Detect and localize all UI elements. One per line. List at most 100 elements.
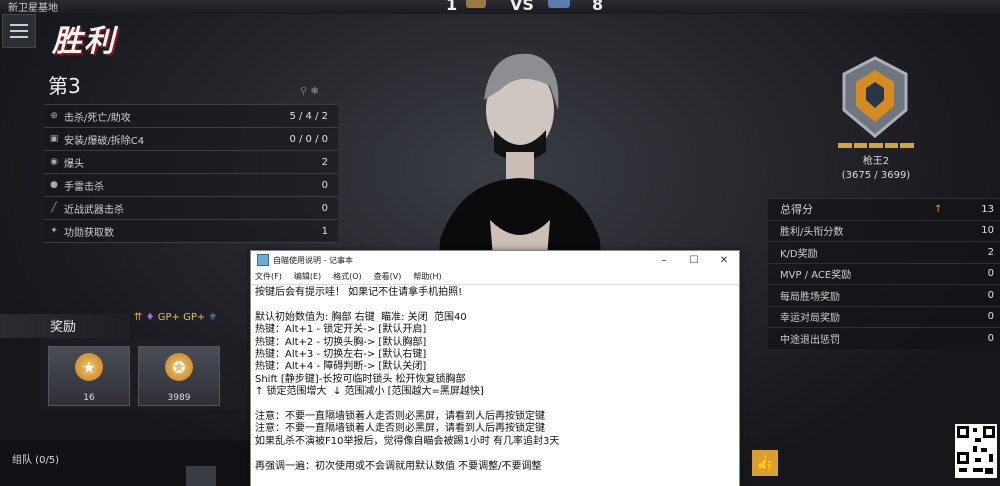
summary-label: MVP / ACE奖励 (780, 270, 852, 282)
stat-row: ⊕ 击杀/死亡/助攻 5 / 4 / 2 (44, 104, 338, 127)
text-line: 热键：Alt+3 - 切换左右-> [默认右键] (255, 349, 427, 361)
hamburger-icon (10, 24, 28, 26)
minimize-button[interactable]: – (649, 251, 679, 269)
summary-value: 0 (987, 268, 994, 280)
menu-button[interactable] (2, 14, 36, 48)
team-emblem-left-icon (466, 0, 486, 8)
summary-label: 胜利/头衔分数 (780, 227, 844, 239)
team-count: 组队 (0/5) (12, 455, 60, 466)
text-line: 热键：Alt+4 - 障碍判断-> [默认关闭] (255, 361, 427, 373)
summary-row: 中途退出惩罚 0 (768, 327, 1000, 349)
buff-up-icon: ⇈ (134, 312, 143, 323)
team-emblem-right-icon (548, 0, 570, 8)
victory-title: 胜利 (52, 24, 116, 59)
rank-progress-segment (838, 143, 852, 148)
stat-value: 0 / 0 / 0 (289, 133, 328, 145)
player-stats-table: ⊕ 击杀/死亡/助攻 5 / 4 / 2 ▣ 安装/爆破/拆除C4 0 / 0 … (44, 104, 338, 243)
summary-value: 0 (987, 311, 994, 323)
stat-label: 安装/爆破/拆除C4 (64, 135, 145, 147)
summary-label: 中途退出惩罚 (780, 334, 840, 346)
text-line (255, 448, 735, 460)
hamburger-icon-line (10, 30, 28, 32)
rank-name: 枪王2 (862, 156, 890, 167)
c4-icon: ▣ (49, 134, 59, 144)
stat-value: 0 (321, 202, 328, 214)
reward-buff-icons: ⇈ ♦ GP+ GP+ ⚜ (134, 312, 217, 323)
team-score-left: 1 (446, 0, 458, 14)
wings-icon: ⚜ (208, 312, 218, 323)
notepad-title: 自瞄使用说明 - 记事本 (273, 255, 353, 265)
reward-value: 16 (83, 393, 95, 403)
stat-label: 近战武器击杀 (64, 204, 124, 216)
text-line: 再强调一遍：初次使用或不会调就用默认数值 不要调整/不要调整 (255, 460, 542, 472)
stat-row: ╱ 近战武器击杀 0 (44, 196, 338, 219)
close-button[interactable]: ✕ (709, 251, 739, 269)
knife-icon: ╱ (51, 203, 57, 213)
menu-edit[interactable]: 编辑(E) (294, 271, 321, 282)
summary-row: MVP / ACE奖励 0 (768, 262, 1000, 284)
notepad-icon (257, 254, 269, 266)
rank-points: (3675 / 3699) (841, 170, 911, 181)
menu-help[interactable]: 帮助(H) (413, 271, 441, 282)
score-summary-table: 总得分 ↑ 13 胜利/头衔分数 10 K/D奖励 2 MVP / ACE奖励 … (768, 198, 1000, 349)
map-name: 新卫星基地 (8, 3, 58, 14)
stat-value: 5 / 4 / 2 (289, 110, 328, 122)
summary-value: 2 (987, 246, 994, 258)
stat-label: 手雷击杀 (64, 181, 104, 193)
text-line: 热键：Alt+2 - 切换头胸-> [默认胸部] (255, 336, 427, 348)
rank-progress-bar (838, 143, 914, 148)
menu-view[interactable]: 查看(V) (374, 271, 402, 282)
summary-row: 总得分 ↑ 13 (768, 198, 1000, 220)
text-line: ↑ 锁定范围增大 ↓ 范围减小 [范围越大=黑屏越快] (255, 386, 484, 398)
stat-value: 0 (321, 179, 328, 191)
like-button[interactable]: 👍 (752, 450, 778, 476)
gp-coin-icon: ✪ (165, 353, 193, 381)
stat-label: 功勋获取数 (64, 227, 114, 239)
text-line: 按键后会有提示哇！ 如果记不住请拿手机拍照! (255, 287, 463, 298)
summary-value: 0 (987, 332, 994, 344)
rank-progress-segment (853, 143, 868, 148)
stat-row: ▣ 安装/爆破/拆除C4 0 / 0 / 0 (44, 127, 338, 150)
rank-progress-segment (869, 143, 883, 148)
text-line: 热键：Alt+1 - 锁定开关-> [默认开启] (255, 324, 427, 336)
stat-label: 击杀/死亡/助攻 (64, 112, 131, 124)
notepad-titlebar[interactable]: 自瞄使用说明 - 记事本 – ☐ ✕ (251, 251, 739, 269)
maximize-button[interactable]: ☐ (679, 251, 709, 269)
hamburger-icon-line (10, 36, 28, 38)
game-result-screen: 新卫星基地 1 VS 8 胜利 第3 ⚲ ✱ ⊕ 击杀/死亡/助攻 5 / 4 … (0, 0, 1000, 486)
team-score-right: 8 (592, 0, 604, 14)
stat-row: ✦ 功勋获取数 1 (44, 219, 338, 243)
vs-label: VS (510, 0, 534, 14)
stat-value: 2 (321, 156, 328, 168)
rewards-title: 奖励 (50, 320, 77, 335)
summary-value: 0 (987, 289, 994, 301)
teammate-avatar[interactable] (186, 466, 216, 486)
text-line: 注意：不要一直隔墙锁着人走否则必黑屏，请看到人后再按锁定键 (255, 423, 545, 435)
reward-card-gp[interactable]: ✪ 3989 (138, 346, 220, 406)
reward-card-rank[interactable]: ★ 16 (48, 346, 130, 406)
thumbs-up-icon: 👍 (756, 455, 774, 471)
gem-icon: ♦ (145, 312, 155, 323)
text-line: 如果乱杀不演被F10举报后，觉得像自瞄会被踢1小时 有几率追封3天 (255, 435, 560, 447)
summary-row: 胜利/头衔分数 10 (768, 219, 1000, 241)
up-arrow-icon: ↑ (934, 203, 943, 215)
summary-label: K/D奖励 (780, 248, 818, 260)
qr-code-icon (955, 424, 997, 478)
summary-value: 10 (981, 225, 994, 237)
match-rank: 第3 (48, 74, 81, 98)
summary-row: 幸运对局奖励 0 (768, 305, 1000, 327)
summary-label: 总得分 (780, 203, 813, 217)
notepad-menubar: 文件(F) 编辑(E) 格式(O) 查看(V) 帮助(H) (251, 269, 739, 283)
menu-file[interactable]: 文件(F) (255, 271, 282, 282)
notepad-window[interactable]: 自瞄使用说明 - 记事本 – ☐ ✕ 文件(F) 编辑(E) 格式(O) 查看(… (250, 250, 740, 486)
stat-value: 1 (321, 225, 328, 237)
rank-star-icon: ★ (75, 353, 103, 381)
gp-buff-label: GP+ GP+ (157, 312, 206, 323)
text-line: 默认初始数值为: 胸部 右键 瞄准: 关闭 范围40 (255, 311, 467, 323)
stat-label: 爆头 (64, 158, 84, 170)
top-bar: 新卫星基地 1 VS 8 (0, 0, 1000, 14)
reward-value: 3989 (167, 393, 191, 403)
menu-format[interactable]: 格式(O) (333, 271, 362, 282)
notepad-text-area[interactable]: 按键后会有提示哇！ 如果记不住请拿手机拍照! 默认初始数值为: 胸部 右键 瞄准… (251, 284, 739, 486)
grenade-icon: ● (50, 180, 58, 190)
